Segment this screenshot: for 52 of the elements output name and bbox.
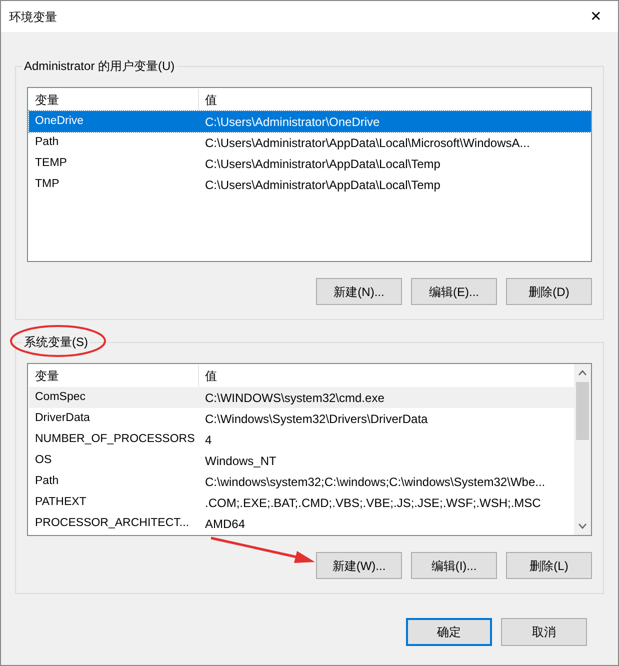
- variable-name: Path: [34, 474, 60, 489]
- variable-value: C:\WINDOWS\system32\cmd.exe: [204, 390, 386, 406]
- variable-name: OS: [34, 452, 53, 468]
- list-row[interactable]: PATHEXT .COM;.EXE;.BAT;.CMD;.VBS;.VBE;.JS;.JSE;.WSF;.WSH;.MSC: [29, 492, 574, 513]
- action-button[interactable]: 删除(D): [506, 278, 592, 305]
- variable-value: Windows_NT: [204, 452, 278, 470]
- action-button[interactable]: 新建(W)...: [316, 552, 402, 579]
- column-header[interactable]: 值: [199, 89, 591, 110]
- variable-name: Path: [34, 134, 60, 150]
- variable-value: C:\Users\Administrator\AppData\Local\Temp: [204, 176, 442, 194]
- list-row[interactable]: DriverData C:\Windows\System32\Drivers\DriverData: [29, 408, 574, 429]
- list-row[interactable]: PROCESSOR_ARCHITECT... AMD64: [29, 513, 574, 534]
- action-button[interactable]: 删除(L): [506, 552, 592, 579]
- group-title: Administrator 的用户变量(U): [22, 58, 177, 74]
- list-row[interactable]: TEMP C:\Users\Administrator\AppData\Local\Temp: [29, 153, 591, 174]
- variable-value: C:\Users\Administrator\OneDrive: [204, 114, 381, 130]
- variable-name: ComSpec: [34, 390, 86, 405]
- variable-name: PROCESSOR_ARCHITECT...: [34, 516, 190, 531]
- variable-name: OneDrive: [34, 114, 85, 129]
- variable-name: NUMBER_OF_PROCESSORS: [34, 432, 196, 447]
- dialog-button[interactable]: 取消: [501, 618, 587, 646]
- dialog-button[interactable]: 确定: [406, 618, 492, 646]
- list-row[interactable]: OneDrive C:\Users\Administrator\OneDrive: [29, 111, 591, 132]
- variable-value: C:\Users\Administrator\AppData\Local\Temp: [204, 156, 442, 172]
- action-button[interactable]: 编辑(I)...: [411, 552, 497, 579]
- variable-name: DriverData: [34, 410, 91, 426]
- variable-value: C:\Users\Administrator\AppData\Local\Microsoft\WindowsA...: [204, 134, 531, 152]
- window-title: 环境变量: [9, 8, 57, 26]
- variable-name: TMP: [34, 176, 60, 192]
- action-button[interactable]: 新建(N)...: [316, 278, 402, 305]
- scroll-thumb[interactable]: [576, 382, 589, 440]
- column-header[interactable]: 变量: [29, 365, 199, 386]
- group-title: 系统变量(S): [22, 334, 90, 350]
- variable-value: C:\windows\system32;C:\windows;C:\windows\System32\Wbe...: [204, 474, 546, 490]
- scroll-down-icon[interactable]: [578, 523, 587, 529]
- column-header[interactable]: 值: [199, 365, 574, 386]
- scrollbar[interactable]: [574, 364, 591, 535]
- list-row[interactable]: OS Windows_NT: [29, 450, 574, 471]
- variable-name: TEMP: [34, 156, 68, 171]
- list-row[interactable]: TMP C:\Users\Administrator\AppData\Local\Temp: [29, 174, 591, 195]
- list-row[interactable]: Path C:\Users\Administrator\AppData\Local\Microsoft\WindowsA...: [29, 132, 591, 153]
- variable-value: AMD64: [204, 516, 246, 532]
- variable-value: .COM;.EXE;.BAT;.CMD;.VBS;.VBE;.JS;.JSE;.WSF;.WSH;.MSC: [204, 494, 542, 512]
- list-row[interactable]: Path C:\windows\system32;C:\windows;C:\windows\System32\Wbe...: [29, 471, 574, 492]
- action-button[interactable]: 编辑(E)...: [411, 278, 497, 305]
- list-row[interactable]: ComSpec C:\WINDOWS\system32\cmd.exe: [29, 387, 574, 408]
- list-row[interactable]: NUMBER_OF_PROCESSORS 4: [29, 429, 574, 450]
- variable-value: 4: [204, 432, 213, 448]
- close-button[interactable]: ✕: [574, 1, 618, 32]
- variable-name: PATHEXT: [34, 494, 88, 510]
- scroll-up-icon[interactable]: [578, 370, 587, 376]
- variable-value: C:\Windows\System32\Drivers\DriverData: [204, 410, 429, 428]
